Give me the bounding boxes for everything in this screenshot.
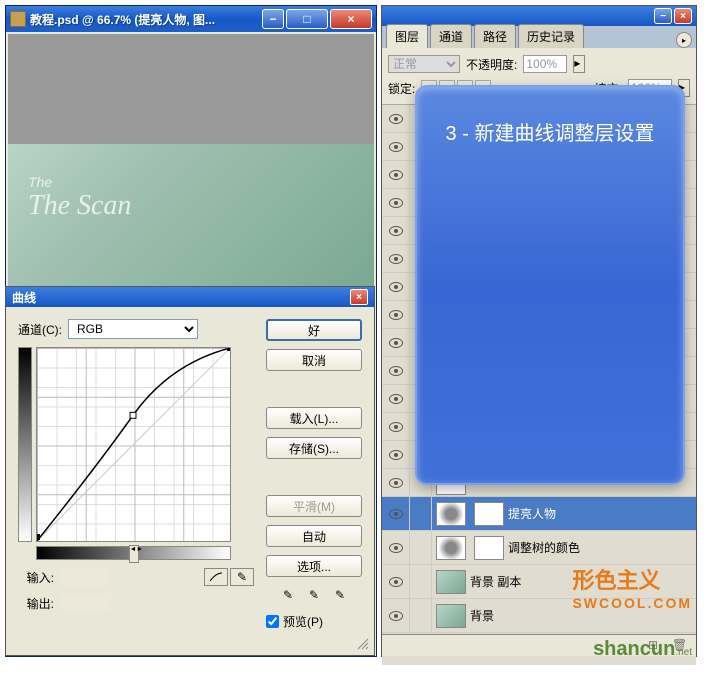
tab-paths[interactable]: 路径 bbox=[474, 24, 516, 48]
black-point-eyedropper-icon[interactable]: ✎ bbox=[278, 585, 298, 605]
gradient-handle[interactable]: ◄► bbox=[129, 545, 139, 563]
eye-icon[interactable] bbox=[389, 338, 403, 348]
output-value bbox=[60, 594, 110, 612]
eye-icon[interactable] bbox=[389, 282, 403, 292]
input-label: 输入: bbox=[18, 569, 54, 586]
close-button[interactable]: × bbox=[330, 9, 372, 29]
tab-layers[interactable]: 图层 bbox=[386, 24, 428, 48]
curve-mode-icon[interactable] bbox=[204, 568, 228, 586]
panel-titlebar[interactable]: − × bbox=[382, 6, 696, 26]
eye-icon[interactable] bbox=[389, 450, 403, 460]
maximize-button[interactable]: □ bbox=[286, 9, 328, 29]
eye-icon[interactable] bbox=[389, 543, 403, 553]
tab-channels[interactable]: 通道 bbox=[430, 24, 472, 48]
layer-thumb[interactable] bbox=[436, 502, 466, 526]
preview-label: 预览(P) bbox=[283, 613, 323, 630]
eye-icon[interactable] bbox=[389, 254, 403, 264]
layer-name[interactable]: 提亮人物 bbox=[508, 505, 696, 522]
gray-point-eyedropper-icon[interactable]: ✎ bbox=[304, 585, 324, 605]
eye-icon[interactable] bbox=[389, 509, 403, 519]
ok-button[interactable]: 好 bbox=[266, 319, 362, 341]
auto-button[interactable]: 自动 bbox=[266, 525, 362, 547]
curves-dialog: 曲线 × 通道(C): RGB bbox=[5, 286, 375, 656]
eye-icon[interactable] bbox=[389, 611, 403, 621]
doc-title: 教程.psd @ 66.7% (提亮人物, 图... bbox=[30, 11, 262, 28]
blend-mode-select[interactable]: 正常 bbox=[388, 55, 460, 73]
eye-icon[interactable] bbox=[389, 142, 403, 152]
output-label: 输出: bbox=[18, 595, 54, 612]
watermark-shancun: shancun.net bbox=[593, 638, 692, 661]
layer-row[interactable]: 调整树的颜色 bbox=[382, 531, 696, 565]
app-icon bbox=[10, 11, 26, 27]
panel-minimize-button[interactable]: − bbox=[654, 8, 672, 24]
curves-title: 曲线 bbox=[12, 289, 350, 306]
annotation-overlay: 3 - 新建曲线调整层设置 bbox=[415, 85, 685, 485]
eye-icon[interactable] bbox=[389, 170, 403, 180]
layer-mask-thumb[interactable] bbox=[474, 536, 504, 560]
curves-close-button[interactable]: × bbox=[350, 289, 368, 305]
panel-close-button[interactable]: × bbox=[674, 8, 692, 24]
curve-grid[interactable] bbox=[36, 347, 231, 542]
eye-icon[interactable] bbox=[389, 366, 403, 376]
load-button[interactable]: 载入(L)... bbox=[266, 407, 362, 429]
panel-tabs: 图层 通道 路径 历史记录 ▸ bbox=[382, 26, 696, 48]
channel-label: 通道(C): bbox=[18, 321, 62, 338]
doc-titlebar[interactable]: 教程.psd @ 66.7% (提亮人物, 图... − □ × bbox=[6, 6, 376, 32]
pencil-mode-icon[interactable]: ✎ bbox=[230, 568, 254, 586]
eye-icon[interactable] bbox=[389, 577, 403, 587]
opacity-slider-icon[interactable]: ▸ bbox=[573, 55, 585, 73]
panel-menu-icon[interactable]: ▸ bbox=[676, 32, 692, 48]
layer-thumb[interactable] bbox=[436, 536, 466, 560]
layer-thumb[interactable] bbox=[436, 570, 466, 594]
resize-grip-icon[interactable] bbox=[356, 637, 370, 651]
output-gradient bbox=[18, 347, 32, 542]
options-button[interactable]: 选项... bbox=[266, 555, 362, 577]
eye-icon[interactable] bbox=[389, 394, 403, 404]
eye-icon[interactable] bbox=[389, 198, 403, 208]
channel-select[interactable]: RGB bbox=[68, 319, 198, 339]
input-value bbox=[60, 568, 110, 586]
smooth-button: 平滑(M) bbox=[266, 495, 362, 517]
annotation-text: 3 - 新建曲线调整层设置 bbox=[417, 87, 683, 176]
preview-checkbox[interactable] bbox=[266, 615, 279, 628]
lock-label: 锁定: bbox=[388, 80, 415, 97]
layer-mask-thumb[interactable] bbox=[474, 502, 504, 526]
eye-icon[interactable] bbox=[389, 226, 403, 236]
layer-name[interactable]: 调整树的颜色 bbox=[508, 539, 696, 556]
layer-row-selected[interactable]: 提亮人物 bbox=[382, 497, 696, 531]
watermark-swcool: 形色主义 SWCOOL.COM bbox=[572, 563, 692, 611]
eye-icon[interactable] bbox=[389, 310, 403, 320]
eye-icon[interactable] bbox=[389, 114, 403, 124]
cancel-button[interactable]: 取消 bbox=[266, 349, 362, 371]
doc-canvas[interactable]: The The Scan bbox=[8, 34, 374, 289]
opacity-label: 不透明度: bbox=[466, 56, 517, 73]
minimize-button[interactable]: − bbox=[262, 9, 284, 29]
image-preview: The The Scan bbox=[8, 144, 374, 289]
curves-titlebar[interactable]: 曲线 × bbox=[6, 287, 374, 307]
eye-icon[interactable] bbox=[389, 422, 403, 432]
white-point-eyedropper-icon[interactable]: ✎ bbox=[330, 585, 350, 605]
input-gradient: ◄► bbox=[36, 546, 231, 560]
layer-thumb[interactable] bbox=[436, 604, 466, 628]
save-button[interactable]: 存储(S)... bbox=[266, 437, 362, 459]
eye-icon[interactable] bbox=[389, 478, 403, 488]
tab-history[interactable]: 历史记录 bbox=[518, 24, 584, 48]
opacity-value[interactable]: 100% bbox=[523, 55, 567, 73]
